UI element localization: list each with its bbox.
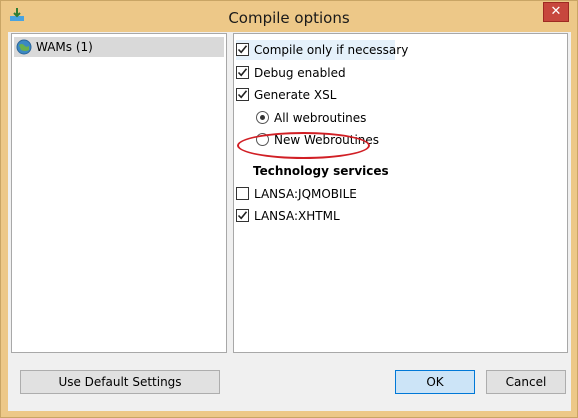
all-webroutines-radio[interactable] <box>256 111 269 124</box>
technology-services-heading: Technology services <box>253 164 389 178</box>
tree-item-wams[interactable]: WAMs (1) <box>14 37 224 57</box>
globe-icon <box>16 39 32 55</box>
compile-options-window: Compile options ✕ WAMs (1) Compile only … <box>0 0 578 418</box>
jqmobile-checkbox[interactable] <box>236 187 249 200</box>
wam-tree[interactable]: WAMs (1) <box>11 33 227 353</box>
title-bar[interactable]: Compile options ✕ <box>1 1 577 33</box>
ok-button[interactable]: OK <box>395 370 475 394</box>
all-webroutines-option[interactable]: All webroutines <box>256 108 376 128</box>
tech-item-xhtml[interactable]: LANSA:XHTML <box>236 206 366 226</box>
compile-only-label: Compile only if necessary <box>254 43 409 57</box>
debug-enabled-option[interactable]: Debug enabled <box>236 63 356 83</box>
generate-xsl-checkbox[interactable] <box>236 88 249 101</box>
compile-only-option[interactable]: Compile only if necessary <box>236 40 408 60</box>
use-default-settings-button[interactable]: Use Default Settings <box>20 370 220 394</box>
annotation-ellipse <box>237 132 370 159</box>
tree-item-label: WAMs (1) <box>36 40 93 54</box>
jqmobile-label: LANSA:JQMOBILE <box>254 187 357 201</box>
generate-xsl-option[interactable]: Generate XSL <box>236 85 356 105</box>
debug-enabled-label: Debug enabled <box>254 66 346 80</box>
cancel-button[interactable]: Cancel <box>486 370 566 394</box>
xhtml-checkbox[interactable] <box>236 209 249 222</box>
dialog-body: WAMs (1) Compile only if necessary Debug… <box>8 32 571 411</box>
tech-item-jqmobile[interactable]: LANSA:JQMOBILE <box>236 184 366 204</box>
all-webroutines-label: All webroutines <box>274 111 367 125</box>
options-panel: Compile only if necessary Debug enabled … <box>233 33 568 353</box>
close-button[interactable]: ✕ <box>543 2 569 22</box>
xhtml-label: LANSA:XHTML <box>254 209 340 223</box>
generate-xsl-label: Generate XSL <box>254 88 337 102</box>
compile-only-checkbox[interactable] <box>236 43 249 56</box>
window-title: Compile options <box>228 9 350 27</box>
debug-enabled-checkbox[interactable] <box>236 66 249 79</box>
